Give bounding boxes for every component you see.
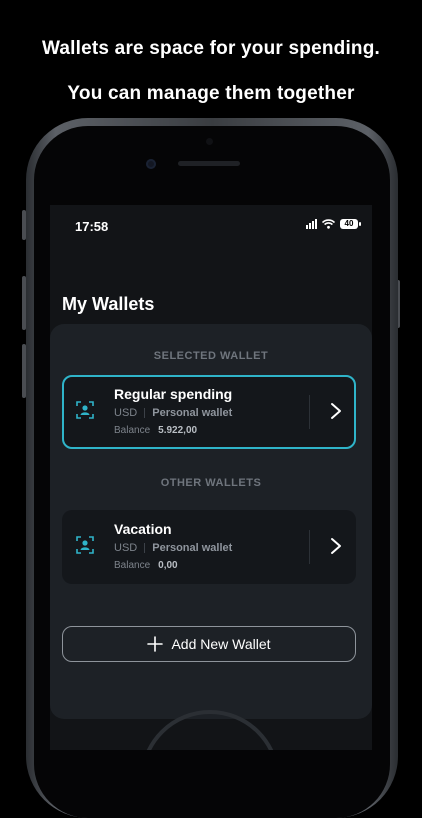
- promo-headline-1: Wallets are space for your spending.: [41, 38, 381, 59]
- meta-divider: [144, 408, 146, 418]
- wallet-currency: USD: [114, 542, 138, 554]
- person-scan-icon: [76, 401, 94, 419]
- plus-icon: [147, 636, 164, 652]
- front-camera: [146, 159, 156, 169]
- promo-headline-2: You can manage them together: [67, 83, 355, 104]
- wallet-meta: USD Personal wallet: [114, 542, 232, 554]
- wallet-balance: Balance 0,00: [114, 560, 178, 571]
- wifi-icon: [322, 219, 335, 229]
- status-time: 17:58: [75, 219, 109, 234]
- wallet-name: Vacation: [114, 521, 172, 537]
- add-new-wallet-label: Add New Wallet: [171, 636, 271, 652]
- signal-icon: [306, 219, 317, 229]
- wallet-type: Personal wallet: [152, 542, 233, 554]
- balance-value: 5.922,00: [158, 425, 198, 436]
- other-wallet-card[interactable]: Vacation USD Personal wallet Balance 0,00: [62, 510, 356, 584]
- phone-speaker: [178, 161, 240, 166]
- wallet-meta: USD Personal wallet: [114, 407, 232, 419]
- page-title: My Wallets: [62, 294, 155, 314]
- wallet-name: Regular spending: [114, 386, 233, 402]
- person-scan-icon: [76, 536, 94, 554]
- chevron-right-icon[interactable]: [330, 537, 342, 555]
- card-divider: [309, 530, 310, 564]
- selected-wallet-card[interactable]: Regular spending USD Personal wallet Bal…: [62, 375, 356, 449]
- phone-sensor: [206, 138, 213, 145]
- status-icons: 40: [306, 219, 361, 229]
- selected-wallet-label: SELECTED WALLET: [153, 350, 269, 362]
- wallet-type: Personal wallet: [152, 407, 233, 419]
- meta-divider: [144, 543, 146, 553]
- chevron-right-icon[interactable]: [330, 402, 342, 420]
- add-new-wallet-button[interactable]: Add New Wallet: [62, 626, 356, 662]
- wallets-sheet: SELECTED WALLET Regular spending USD Per…: [50, 324, 372, 719]
- balance-label: Balance: [114, 560, 151, 571]
- card-divider: [309, 395, 310, 429]
- wallet-currency: USD: [114, 407, 138, 419]
- other-wallets-label: OTHER WALLETS: [160, 477, 262, 489]
- battery-icon: 40: [340, 219, 361, 229]
- app-screen: 17:58 40 My Wallets SELECTED WALLET Regu…: [50, 205, 372, 750]
- balance-value: 0,00: [158, 560, 178, 571]
- wallet-balance: Balance 5.922,00: [114, 425, 197, 436]
- balance-label: Balance: [114, 425, 151, 436]
